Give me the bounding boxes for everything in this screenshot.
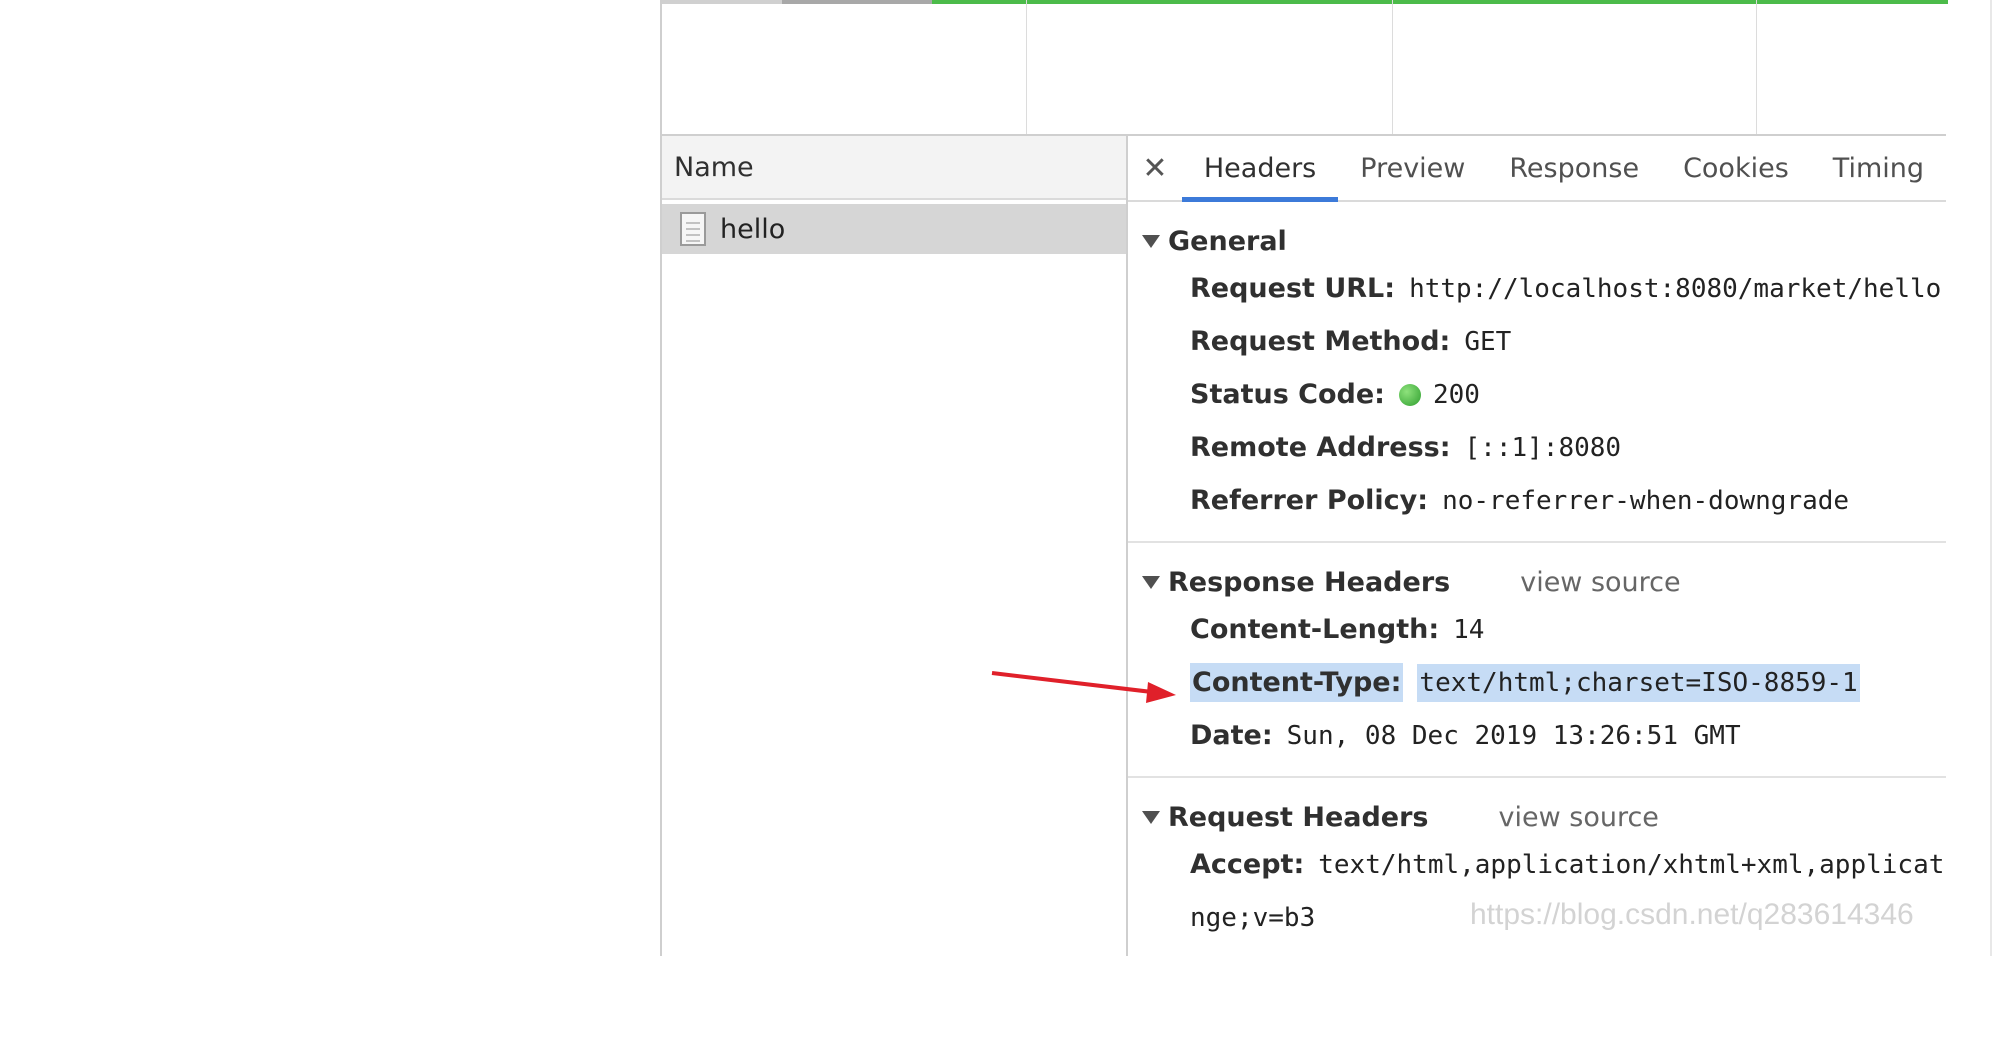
devtools-network-panel: Name hello ✕ Headers Preview Response Co… bbox=[0, 0, 1994, 1052]
window-edge bbox=[1990, 0, 1992, 956]
blank-area bbox=[0, 956, 1994, 1052]
annotation-arrow-icon bbox=[991, 671, 1176, 703]
